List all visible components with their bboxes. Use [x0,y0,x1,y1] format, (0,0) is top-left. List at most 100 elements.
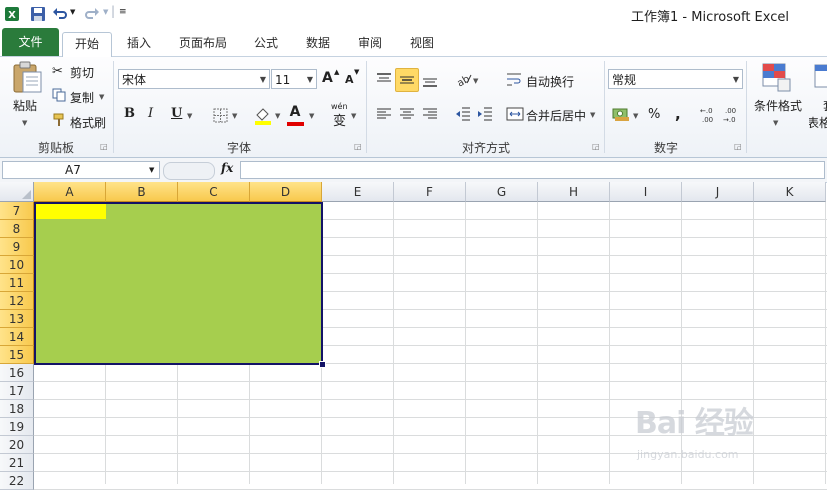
underline-dropdown-icon[interactable]: ▼ [187,112,192,120]
border-dropdown-icon[interactable]: ▼ [232,112,237,120]
font-launcher-icon[interactable]: ◲ [354,142,362,151]
paste-dropdown-icon[interactable]: ▼ [22,119,27,127]
row-header-11[interactable]: 11 [0,274,34,292]
currency-dropdown-icon[interactable]: ▼ [633,112,638,120]
format-painter-button[interactable]: 格式刷 [70,114,106,131]
wrap-text-icon [507,73,521,86]
select-all-triangle-icon [22,190,31,199]
formula-input[interactable] [240,161,825,179]
conditional-formatting-icon[interactable] [760,61,792,93]
tab-formulas[interactable]: 公式 [244,32,288,56]
border-icon[interactable] [213,108,228,123]
column-header-k[interactable]: K [754,182,826,202]
font-color-dropdown-icon[interactable]: ▼ [309,112,314,120]
merge-center-button[interactable]: 合并后居中 [526,107,586,124]
comma-button[interactable]: , [675,105,681,123]
fill-handle[interactable] [319,361,326,368]
align-left-icon[interactable] [376,107,392,121]
alignment-launcher-icon[interactable]: ◲ [592,142,600,151]
row-header-22[interactable]: 22 [0,472,34,490]
clipboard-launcher-icon[interactable]: ◲ [100,142,108,151]
insert-function-button[interactable]: fx [221,161,233,175]
copy-dropdown-icon[interactable]: ▼ [99,93,104,101]
row-header-8[interactable]: 8 [0,220,34,238]
align-top-icon[interactable] [376,72,392,86]
column-header-h[interactable]: H [538,182,610,202]
row-header-21[interactable]: 21 [0,454,34,472]
decrease-indent-icon[interactable] [455,106,471,122]
column-header-d[interactable]: D [250,182,322,202]
row-header-10[interactable]: 10 [0,256,34,274]
tab-home[interactable]: 开始 [62,32,112,58]
row-header-17[interactable]: 17 [0,382,34,400]
column-header-e[interactable]: E [322,182,394,202]
align-center-icon[interactable] [399,107,415,121]
tab-view[interactable]: 视图 [400,32,444,56]
increase-decimal-icon[interactable]: ←.0.00 [700,105,720,125]
format-painter-icon [53,113,64,126]
underline-button[interactable]: U [171,106,182,121]
row-header-18[interactable]: 18 [0,400,34,418]
row-header-9[interactable]: 9 [0,238,34,256]
row-header-20[interactable]: 20 [0,436,34,454]
column-header-f[interactable]: F [394,182,466,202]
copy-button[interactable]: 复制 [70,89,94,106]
phonetic-button[interactable]: 变 [333,110,346,129]
currency-icon[interactable] [612,106,630,122]
tab-page-layout[interactable]: 页面布局 [172,32,234,56]
conditional-formatting-dropdown-icon[interactable]: ▼ [773,119,778,127]
tab-review[interactable]: 审阅 [348,32,392,56]
row-header-15[interactable]: 15 [0,346,34,364]
grow-font-button[interactable]: A [322,70,333,86]
increase-indent-icon[interactable] [477,106,493,122]
align-bottom-icon[interactable] [422,74,438,88]
column-header-b[interactable]: B [106,182,178,202]
italic-button[interactable]: I [148,106,153,121]
font-name-dropdown-icon[interactable]: ▼ [260,70,266,90]
paste-icon[interactable] [10,60,44,94]
align-right-icon[interactable] [422,107,438,121]
font-size-select[interactable]: 11 ▼ [271,69,317,89]
font-color-button[interactable]: A [288,104,302,120]
row-header-16[interactable]: 16 [0,364,34,382]
ribbon-tabs: 文件 开始 插入 页面布局 公式 数据 审阅 视图 [0,28,827,58]
decrease-decimal-icon[interactable]: .00→.0 [723,105,743,125]
name-box-dropdown-icon[interactable]: ▼ [149,166,154,174]
row-header-7[interactable]: 7 [0,202,34,220]
tab-data[interactable]: 数据 [296,32,340,56]
phonetic-dropdown-icon[interactable]: ▼ [351,112,356,120]
row-header-13[interactable]: 13 [0,310,34,328]
column-header-a[interactable]: A [34,182,106,202]
row-header-14[interactable]: 14 [0,328,34,346]
number-launcher-icon[interactable]: ◲ [734,142,742,151]
column-header-j[interactable]: J [682,182,754,202]
tab-file[interactable]: 文件 [2,28,59,56]
fill-color-dropdown-icon[interactable]: ▼ [275,112,280,120]
column-header-g[interactable]: G [466,182,538,202]
align-middle-button[interactable] [395,68,419,92]
percent-button[interactable]: % [648,107,660,122]
select-all-button[interactable] [0,182,34,202]
bold-button[interactable]: B [124,106,135,121]
font-size-dropdown-icon[interactable]: ▼ [307,70,313,90]
row-header-12[interactable]: 12 [0,292,34,310]
font-name-select[interactable]: 宋体 ▼ [118,69,270,89]
shrink-font-button[interactable]: A [345,73,354,86]
formula-bar: A7 ▼ fx [0,158,827,183]
row-header-19[interactable]: 19 [0,418,34,436]
orientation-dropdown-icon[interactable]: ▼ [473,77,478,85]
number-format-select[interactable]: 常规 ▼ [608,69,743,89]
merge-dropdown-icon[interactable]: ▼ [590,111,595,119]
column-header-c[interactable]: C [178,182,250,202]
paste-button[interactable]: 粘贴 [13,97,37,114]
column-header-i[interactable]: I [610,182,682,202]
name-box[interactable]: A7 ▼ [2,161,160,179]
conditional-formatting-button[interactable]: 条件格式 [754,97,802,114]
fill-color-icon[interactable] [254,106,272,125]
cut-button[interactable]: 剪切 [70,64,94,81]
orientation-icon[interactable]: ab [455,71,473,87]
wrap-text-button[interactable]: 自动换行 [526,73,574,90]
format-as-table-partial[interactable]: 套 表格 [809,57,827,137]
tab-insert[interactable]: 插入 [118,32,160,56]
number-format-dropdown-icon[interactable]: ▼ [733,70,739,90]
